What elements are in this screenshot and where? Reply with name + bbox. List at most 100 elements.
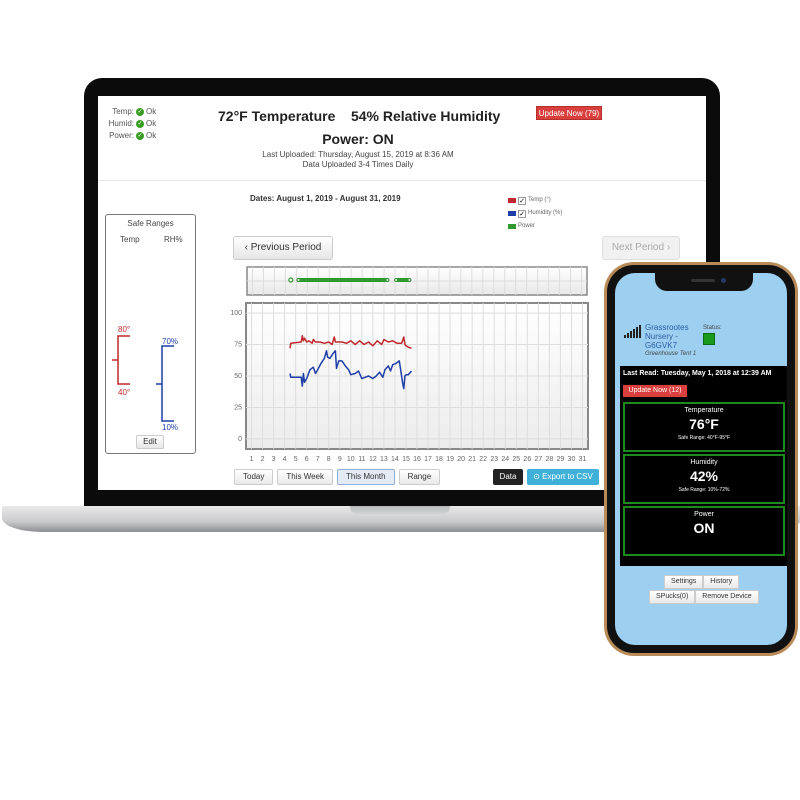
this-month-button[interactable]: This Month [337, 469, 395, 485]
x-tick-label: 8 [327, 456, 331, 463]
upload-frequency: Data Uploaded 3-4 Times Daily [302, 160, 414, 169]
rh-low-label: 10% [162, 423, 178, 432]
chevron-right-icon: › [664, 242, 671, 253]
status-indicator [703, 333, 715, 345]
temp-checkbox[interactable]: ✓ [518, 196, 526, 205]
signal-strength-icon [624, 325, 641, 338]
temp-range-bracket [112, 335, 130, 385]
legend-power: Power [508, 220, 562, 233]
temperature-value: 76°F [689, 416, 719, 432]
humidity-checkbox[interactable]: ✓ [518, 209, 526, 218]
x-tick-label: 12 [369, 456, 377, 463]
sensor-history-chart: 1 2 3 4 5 6 7 8 9 10 11 12 13 14 15 16 17 18 19 20 21 22 23 24 2… [230, 302, 589, 463]
x-tick-label: 14 [391, 456, 399, 463]
temp-high-label: 80° [118, 325, 130, 334]
edit-safe-ranges-button[interactable]: Edit [136, 435, 164, 449]
range-button-group: Today This Week This Month Range [234, 469, 441, 485]
settings-button[interactable]: Settings [664, 575, 704, 589]
spucks-button[interactable]: SPucks(0) [649, 590, 696, 604]
status-temp: Temp: ✓ Ok [112, 107, 157, 116]
x-tick-label: 15 [402, 456, 410, 463]
temperature-card: Temperature 76°F Safe Range: 40°F-95°F [623, 402, 785, 452]
check-circle-icon: ✓ [136, 132, 144, 140]
mobile-update-now-button[interactable]: Update Now (12) [623, 385, 687, 397]
chart-legend: ✓ Temp (°) ✓ Humidity (%) Power [508, 194, 562, 233]
speaker-grille [691, 279, 715, 282]
temp-low-label: 40° [118, 388, 130, 397]
x-tick-label: 3 [272, 456, 276, 463]
last-read-timestamp: Last Read: Tuesday, May 1, 2018 at 12:39… [623, 370, 772, 377]
next-period-button[interactable]: Next Period › [602, 236, 680, 260]
overview-navigator-chart[interactable] [246, 266, 588, 296]
phone-device: Grassrootes Nursery - G6GVK7 Greenhouse … [604, 262, 798, 656]
x-tick-label: 11 [358, 456, 365, 463]
device-name-link[interactable]: Grassrootes Nursery - G6GVK7 [645, 323, 695, 350]
power-point [296, 278, 301, 282]
mobile-dashboard: Grassrootes Nursery - G6GVK7 Greenhouse … [615, 273, 787, 645]
y-tick-label: 100 [230, 310, 242, 317]
power-point [407, 278, 412, 282]
x-tick-label: 24 [501, 456, 509, 463]
x-tick-label: 31 [579, 456, 587, 463]
power-value: ON [693, 520, 715, 536]
y-tick-label: 25 [234, 404, 242, 411]
previous-period-button[interactable]: ‹ Previous Period [233, 236, 333, 260]
power-point [394, 278, 399, 282]
today-button[interactable]: Today [234, 469, 274, 485]
x-tick-label: 30 [568, 456, 576, 463]
laptop-opening-notch [350, 506, 450, 516]
humidity-safe-range: Safe Range: 10%-72% [678, 487, 730, 493]
check-circle-icon: ✓ [136, 120, 144, 128]
x-tick-label: 6 [305, 456, 309, 463]
this-week-button[interactable]: This Week [277, 469, 333, 485]
temperature-safe-range: Safe Range: 40°F-95°F [677, 435, 731, 441]
remove-device-button[interactable]: Remove Device [695, 590, 759, 604]
last-uploaded: Last Uploaded: Thursday, August 15, 2019… [262, 150, 454, 159]
x-tick-label: 23 [490, 456, 498, 463]
legend-temp[interactable]: ✓ Temp (°) [508, 194, 562, 207]
x-tick-label: 9 [338, 456, 342, 463]
x-tick-label: 2 [261, 456, 265, 463]
download-circle-icon: ⊙ [533, 472, 543, 481]
safe-ranges-panel: Safe Ranges Temp RH% 80° 40° 70% 10% Edi… [105, 214, 196, 454]
x-tick-label: 21 [468, 456, 476, 463]
y-tick-label: 50 [234, 373, 242, 380]
x-tick-label: 10 [347, 456, 355, 463]
update-now-button[interactable]: Update Now (79) [536, 106, 602, 120]
y-tick-label: 75 [234, 342, 242, 349]
temp-swatch [508, 198, 516, 203]
safe-range-brackets: 80° 40° 70% 10% [112, 325, 178, 432]
x-tick-label: 19 [446, 456, 454, 463]
phone-bezel: Grassrootes Nursery - G6GVK7 Greenhouse … [607, 265, 795, 653]
x-tick-label: 26 [523, 456, 531, 463]
humidity-card: Humidity 42% Safe Range: 10%-72% [623, 454, 785, 504]
x-tick-label: 5 [294, 456, 298, 463]
x-tick-label: 16 [413, 456, 421, 463]
phone-notch [655, 273, 753, 291]
device-location: Greenhouse Tent 1 [645, 351, 697, 357]
data-button[interactable]: Data [493, 469, 523, 485]
range-button[interactable]: Range [398, 469, 441, 485]
history-button[interactable]: History [703, 575, 740, 589]
export-csv-button[interactable]: ⊙ Export to CSV [527, 469, 599, 485]
legend-humidity[interactable]: ✓ Humidity (%) [508, 207, 562, 220]
x-tick-label: 22 [479, 456, 487, 463]
x-tick-label: 29 [557, 456, 565, 463]
humidity-value: 42% [689, 468, 719, 484]
rh-range-bracket [156, 345, 174, 422]
current-readings-headline: 72°F Temperature 54% Relative Humidity [218, 108, 501, 124]
power-card: Power ON [623, 506, 785, 556]
mobile-button-row-1: Settings History [664, 575, 740, 589]
power-status: Power: ON [322, 131, 394, 147]
readings-panel: Last Read: Tuesday, May 1, 2018 at 12:39… [620, 366, 787, 566]
x-tick-label: 4 [283, 456, 287, 463]
x-tick-label: 20 [457, 456, 465, 463]
humidity-swatch [508, 211, 516, 216]
power-point [385, 278, 390, 282]
date-range-label: Dates: August 1, 2019 - August 31, 2019 [250, 194, 401, 203]
x-tick-label: 27 [534, 456, 542, 463]
power-point [288, 277, 294, 283]
sensor-status-list: Temp: ✓ Ok Humid: ✓ Ok Power: ✓ Ok [106, 106, 156, 142]
x-tick-label: 1 [250, 456, 254, 463]
x-tick-label: 28 [545, 456, 553, 463]
